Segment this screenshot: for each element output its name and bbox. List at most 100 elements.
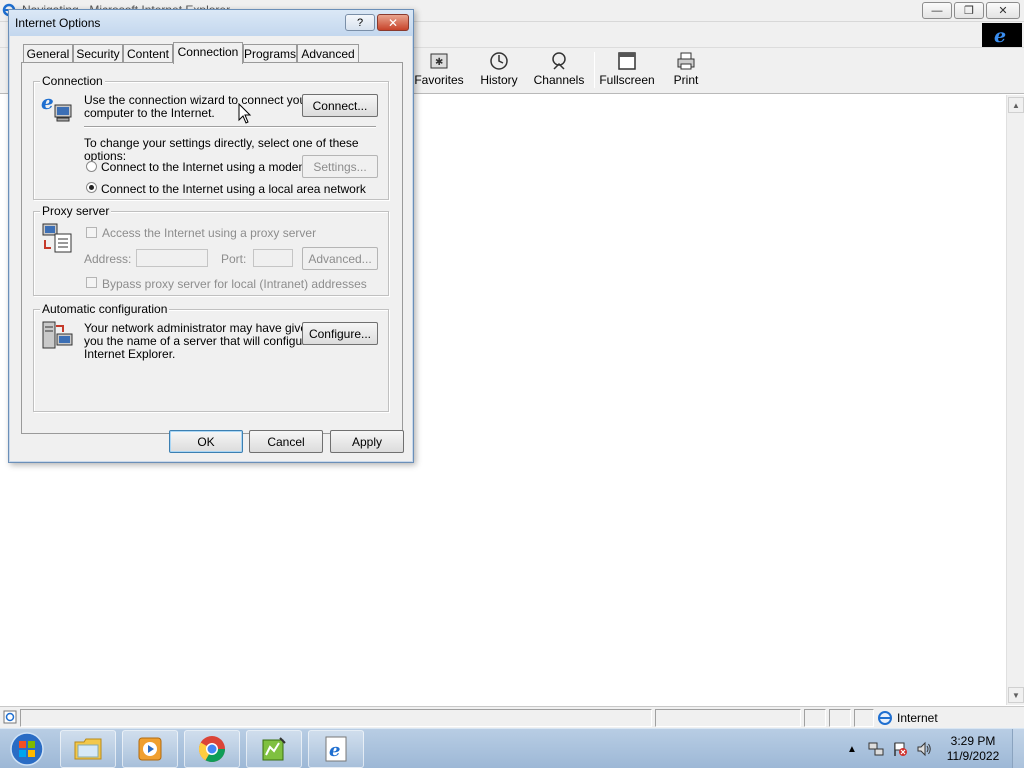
use-proxy-label[interactable]: Access the Internet using a proxy server — [102, 227, 316, 240]
status-pane-small — [804, 709, 826, 727]
connection-group-label: Connection — [40, 74, 105, 88]
close-button[interactable]: ✕ — [986, 2, 1020, 19]
svg-text:e: e — [41, 91, 54, 114]
print-label: Print — [673, 73, 699, 87]
port-label: Port: — [221, 252, 247, 266]
action-center-flag-icon[interactable] — [892, 741, 908, 757]
auto-config-server-icon — [42, 321, 73, 349]
auto-config-text: Internet Explorer. — [84, 347, 176, 361]
zone-label: Internet — [897, 711, 938, 725]
system-tray: ▲ 3:29 PM 11/9/2022 — [840, 729, 1024, 768]
use-proxy-checkbox[interactable] — [86, 227, 97, 238]
folder-icon — [74, 738, 102, 760]
minimize-button[interactable]: — — [922, 2, 952, 19]
address-field[interactable] — [136, 249, 208, 267]
favorites-icon: ✱ — [430, 53, 448, 69]
wizard-text: computer to the Internet. — [84, 106, 215, 120]
status-progress-pane — [655, 709, 801, 727]
bypass-proxy-checkbox[interactable] — [86, 277, 97, 288]
bypass-proxy-label[interactable]: Bypass proxy server for local (Intranet)… — [102, 278, 367, 291]
proxy-server-icon — [42, 223, 72, 253]
mouse-cursor-icon — [238, 103, 252, 124]
chart-editor-icon — [262, 737, 286, 761]
connect-button[interactable]: Connect... — [302, 94, 378, 117]
fullscreen-icon — [618, 52, 636, 70]
tab-security[interactable]: Security — [73, 44, 123, 63]
taskbar-chrome[interactable] — [184, 730, 240, 768]
taskbar-clock[interactable]: 3:29 PM 11/9/2022 — [940, 734, 1006, 764]
page-status-icon — [3, 710, 17, 724]
address-label: Address: — [84, 252, 132, 266]
settings-button[interactable]: Settings... — [302, 155, 378, 178]
taskbar-internet-explorer[interactable]: e — [308, 730, 364, 768]
tab-content[interactable]: Content — [123, 44, 173, 63]
internet-options-dialog: Internet Options ? ✕ General Security Co… — [8, 9, 414, 463]
print-icon — [677, 52, 695, 70]
connection-divider — [84, 126, 376, 128]
modem-radio[interactable] — [86, 161, 97, 172]
tab-programs[interactable]: Programs — [243, 44, 297, 63]
tab-general[interactable]: General — [23, 44, 73, 63]
fullscreen-label: Fullscreen — [599, 73, 655, 87]
status-text-pane — [20, 709, 652, 727]
dialog-close-button[interactable]: ✕ — [377, 14, 409, 31]
volume-icon[interactable] — [916, 741, 932, 757]
favorites-label: Favorites — [414, 73, 464, 87]
proxy-server-group: Proxy server Access the Internet using a… — [33, 204, 389, 296]
history-label: History — [480, 73, 518, 87]
help-button[interactable]: ? — [345, 14, 375, 31]
svg-text:e: e — [994, 25, 1006, 45]
clock-date: 11/9/2022 — [946, 749, 1000, 763]
status-pane-small — [829, 709, 851, 727]
connection-tab-panel: Connection e Use the connection wizard t… — [21, 62, 403, 434]
windows-start-icon — [10, 732, 44, 766]
lan-radio[interactable] — [86, 182, 97, 193]
ie-statusbar: Internet — [0, 706, 1024, 728]
show-hidden-icons-icon[interactable]: ▲ — [844, 741, 860, 757]
modem-radio-label[interactable]: Connect to the Internet using a modem — [101, 161, 308, 174]
proxy-group-label: Proxy server — [40, 204, 112, 218]
dialog-titlebar[interactable]: Internet Options ? ✕ — [9, 10, 413, 36]
ie-e-logo-icon: e — [994, 25, 1006, 45]
apply-button[interactable]: Apply — [330, 430, 404, 453]
svg-text:✱: ✱ — [435, 57, 443, 68]
network-icon[interactable] — [868, 741, 884, 757]
restore-button[interactable]: ❐ — [954, 2, 984, 19]
chrome-icon — [198, 736, 226, 763]
start-button[interactable] — [4, 730, 50, 768]
svg-text:e: e — [329, 740, 340, 761]
connection-wizard-icon: e — [41, 91, 72, 122]
tab-connection[interactable]: Connection — [173, 42, 243, 64]
taskbar-app[interactable] — [246, 730, 302, 768]
ok-button[interactable]: OK — [169, 430, 243, 453]
security-zone[interactable]: Internet — [877, 710, 938, 726]
channels-label: Channels — [533, 73, 585, 87]
history-button[interactable]: History — [476, 50, 522, 90]
scroll-down-icon[interactable]: ▼ — [1008, 687, 1024, 703]
show-desktop-button[interactable] — [1012, 729, 1024, 768]
taskbar-explorer[interactable] — [60, 730, 116, 768]
scroll-up-icon[interactable]: ▲ — [1008, 97, 1024, 113]
toolbar-separator — [594, 52, 595, 88]
auto-config-group: Automatic configuration Your network adm… — [33, 302, 389, 412]
channels-icon — [552, 52, 566, 70]
history-icon — [490, 52, 508, 70]
ie-throbber-logo: e — [982, 23, 1022, 47]
print-button[interactable]: Print — [668, 50, 704, 90]
vertical-scrollbar[interactable]: ▲ ▼ — [1006, 95, 1024, 705]
fullscreen-button[interactable]: Fullscreen — [598, 50, 656, 90]
port-field[interactable] — [253, 249, 293, 267]
internet-zone-icon — [878, 711, 892, 725]
cancel-button[interactable]: Cancel — [249, 430, 323, 453]
favorites-button[interactable]: ✱ Favorites — [414, 50, 464, 90]
channels-button[interactable]: Channels — [532, 50, 586, 90]
taskbar: e ▲ 3:29 PM 11/9/2022 — [0, 728, 1024, 768]
configure-button[interactable]: Configure... — [302, 322, 378, 345]
advanced-button[interactable]: Advanced... — [302, 247, 378, 270]
connection-group: Connection e Use the connection wizard t… — [33, 74, 389, 200]
tab-advanced[interactable]: Advanced — [297, 44, 359, 63]
internet-explorer-icon: e — [325, 736, 347, 762]
taskbar-media-player[interactable] — [122, 730, 178, 768]
auto-config-group-label: Automatic configuration — [40, 302, 170, 316]
lan-radio-label[interactable]: Connect to the Internet using a local ar… — [101, 183, 366, 196]
